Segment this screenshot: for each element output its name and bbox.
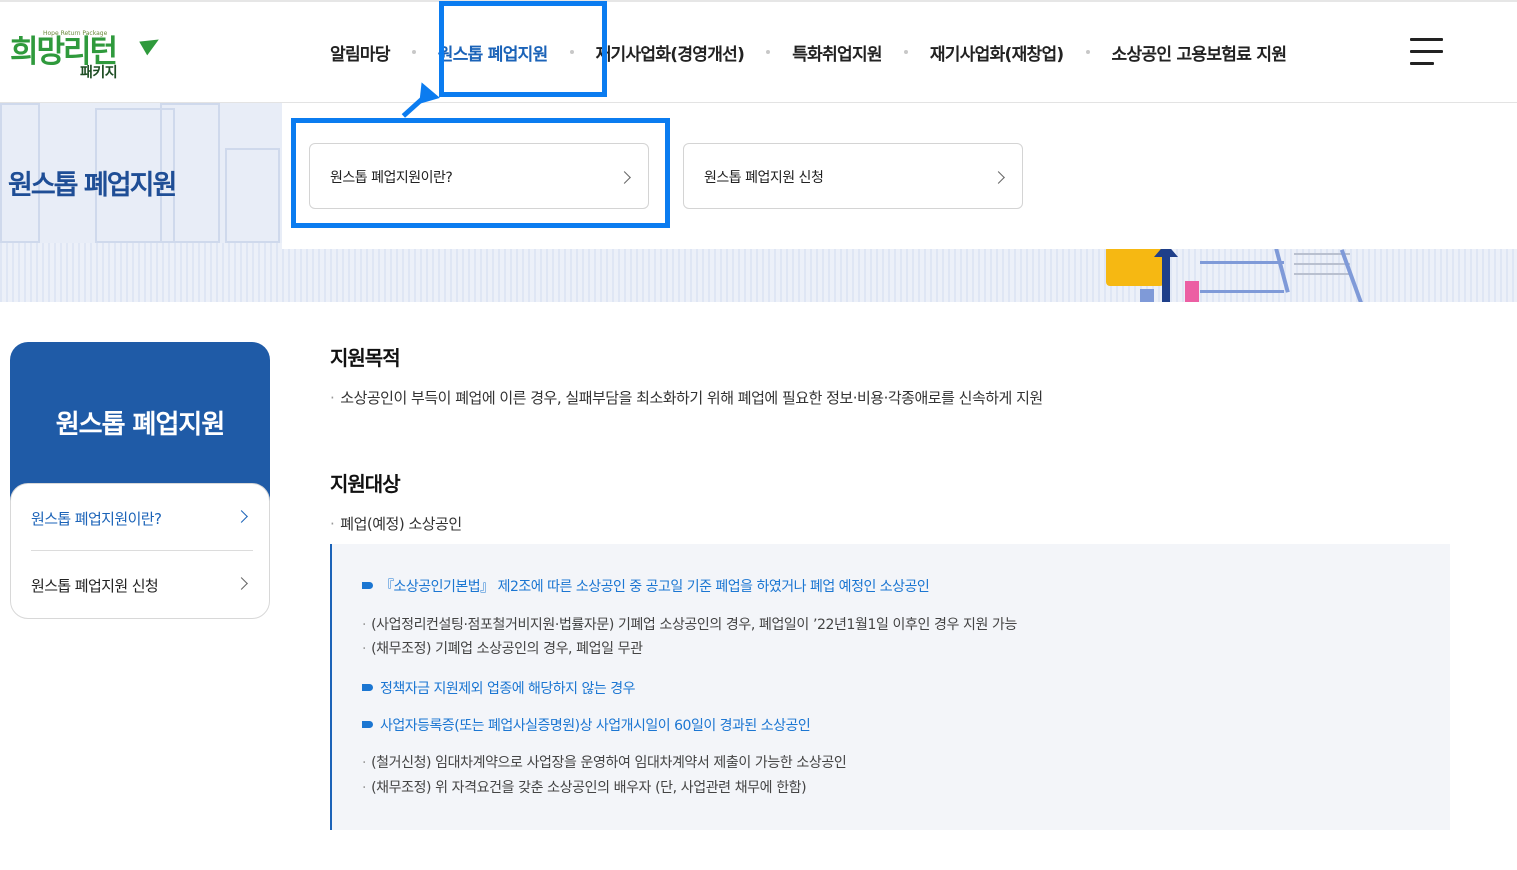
dropdown-item-label: 원스톱 폐업지원이란? bbox=[330, 170, 453, 186]
building-illustration bbox=[225, 148, 280, 243]
nav-separator-dot bbox=[411, 50, 416, 54]
site-header: 희망리턴 Hope Return Package 패키지 알림마당 원스톱 폐업… bbox=[0, 0, 1517, 103]
site-logo[interactable]: 희망리턴 Hope Return Package 패키지 bbox=[10, 24, 170, 84]
chevron-right-icon bbox=[235, 577, 248, 590]
lnb-title: 원스톱 폐업지원 bbox=[55, 410, 226, 440]
gnb-item-restart-management[interactable]: 재기사업화(경영개선) bbox=[596, 40, 745, 65]
purpose-text: 소상공인이 부득이 폐업에 이른 경우, 실패부담을 최소화하기 위해 폐업에 … bbox=[330, 387, 1043, 408]
dropdown-item-about[interactable]: 원스톱 폐업지원이란? bbox=[309, 143, 649, 209]
section-title-target: 지원대상 bbox=[330, 472, 401, 496]
eligibility-note: (철거신청) 임대차계약으로 사업장을 운영하여 임대차계약서 제출이 가능한 … bbox=[362, 752, 847, 772]
gnb-dropdown-panel: 원스톱 폐업지원이란? 원스톱 폐업지원 신청 bbox=[282, 103, 1517, 249]
chart-illustration bbox=[1274, 248, 1290, 293]
up-arrow-illustration bbox=[1162, 250, 1170, 302]
global-nav: 알림마당 원스톱 폐업지원 재기사업화(경영개선) 특화취업지원 재기사업화(재… bbox=[330, 2, 1287, 102]
lnb-item-apply[interactable]: 원스톱 폐업지원 신청 bbox=[31, 551, 253, 617]
nav-separator-dot bbox=[569, 50, 574, 54]
eligibility-criterion: 사업자등록증(또는 폐업사실증명원)상 사업개시일이 60일이 경과된 소상공인 bbox=[362, 715, 811, 735]
hamburger-icon[interactable] bbox=[1410, 38, 1444, 66]
eligibility-criterion: 『소상공인기본법』 제2조에 따른 소상공인 중 공고일 기준 폐업을 하였거나… bbox=[362, 576, 930, 596]
chart-illustration bbox=[1294, 263, 1350, 265]
eligibility-note: (사업정리컨설팅·점포철거비지원·법률자문) 기폐업 소상공인의 경우, 폐업일… bbox=[362, 614, 1017, 634]
dropdown-item-label: 원스톱 폐업지원 신청 bbox=[704, 170, 824, 186]
gnb-item-notice[interactable]: 알림마당 bbox=[330, 40, 390, 65]
leaf-icon bbox=[139, 32, 163, 56]
gnb-item-restart-startup[interactable]: 재기사업화(재창업) bbox=[930, 40, 1064, 65]
chart-illustration bbox=[1294, 273, 1350, 275]
nav-separator-dot bbox=[903, 50, 908, 54]
chevron-right-icon bbox=[235, 510, 248, 523]
chart-illustration bbox=[1140, 289, 1154, 302]
nav-separator-dot bbox=[1085, 50, 1090, 54]
gnb-item-onestop-closure[interactable]: 원스톱 폐업지원 bbox=[438, 40, 549, 65]
gnb-item-employment-support[interactable]: 특화취업지원 bbox=[792, 40, 882, 65]
chevron-right-icon bbox=[618, 171, 631, 184]
chevron-right-icon bbox=[992, 171, 1005, 184]
nav-separator-dot bbox=[766, 50, 771, 54]
chart-illustration bbox=[1200, 261, 1284, 264]
eligibility-note: (채무조정) 기폐업 소상공인의 경우, 폐업일 무관 bbox=[362, 638, 643, 658]
logo-eng-text: Hope Return Package bbox=[43, 30, 108, 37]
eligibility-info-box: 『소상공인기본법』 제2조에 따른 소상공인 중 공고일 기준 폐업을 하였거나… bbox=[330, 544, 1450, 830]
lnb-item-about[interactable]: 원스톱 폐업지원이란? bbox=[31, 484, 253, 550]
visual-title: 원스톱 폐업지원 bbox=[8, 170, 177, 201]
logo-sub-text: 패키지 bbox=[80, 65, 118, 81]
section-title-purpose: 지원목적 bbox=[330, 346, 401, 370]
chart-illustration bbox=[1200, 290, 1284, 293]
lnb-item-label: 원스톱 폐업지원이란? bbox=[31, 510, 162, 528]
eligibility-note: (채무조정) 위 자격요건을 갖춘 소상공인의 배우자 (단, 사업관련 채무에… bbox=[362, 777, 807, 797]
lnb-menu: 원스톱 폐업지원이란? 원스톱 폐업지원 신청 bbox=[10, 483, 270, 619]
chart-illustration bbox=[1339, 249, 1365, 302]
lnb-item-label: 원스톱 폐업지원 신청 bbox=[31, 577, 159, 595]
target-text: 폐업(예정) 소상공인 bbox=[330, 513, 462, 534]
gnb-item-insurance-support[interactable]: 소상공인 고용보험료 지원 bbox=[1112, 40, 1287, 65]
chart-illustration bbox=[1185, 281, 1199, 302]
eligibility-criterion: 정책자금 지원제외 업종에 해당하지 않는 경우 bbox=[362, 678, 635, 698]
dropdown-item-apply[interactable]: 원스톱 폐업지원 신청 bbox=[683, 143, 1023, 209]
